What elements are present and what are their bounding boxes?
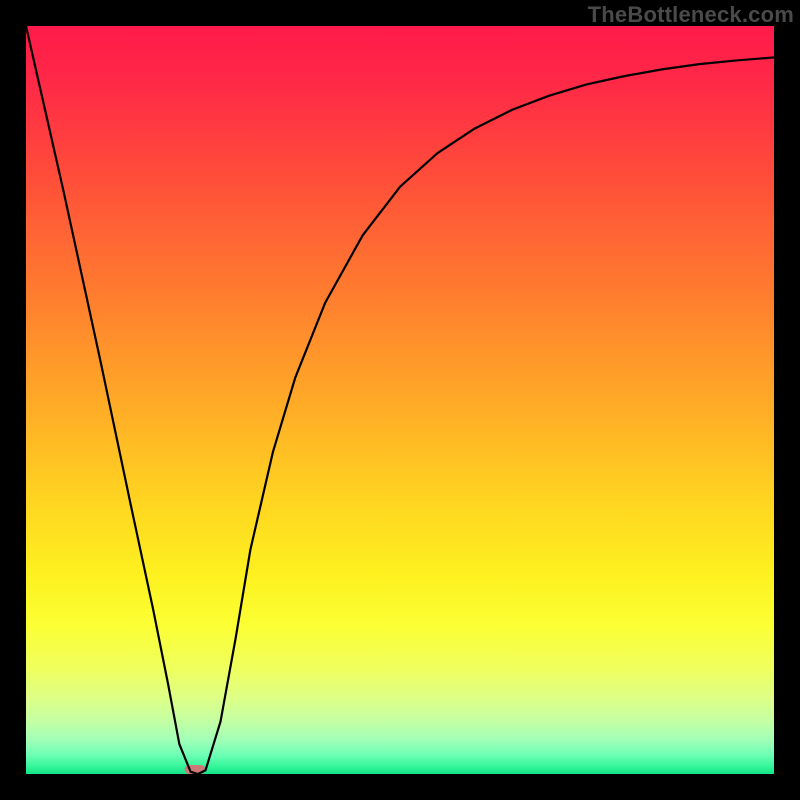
gradient-background [26,26,774,774]
plot-area [26,26,774,774]
watermark-text: TheBottleneck.com [588,2,794,28]
chart-svg [26,26,774,774]
chart-frame: TheBottleneck.com [0,0,800,800]
